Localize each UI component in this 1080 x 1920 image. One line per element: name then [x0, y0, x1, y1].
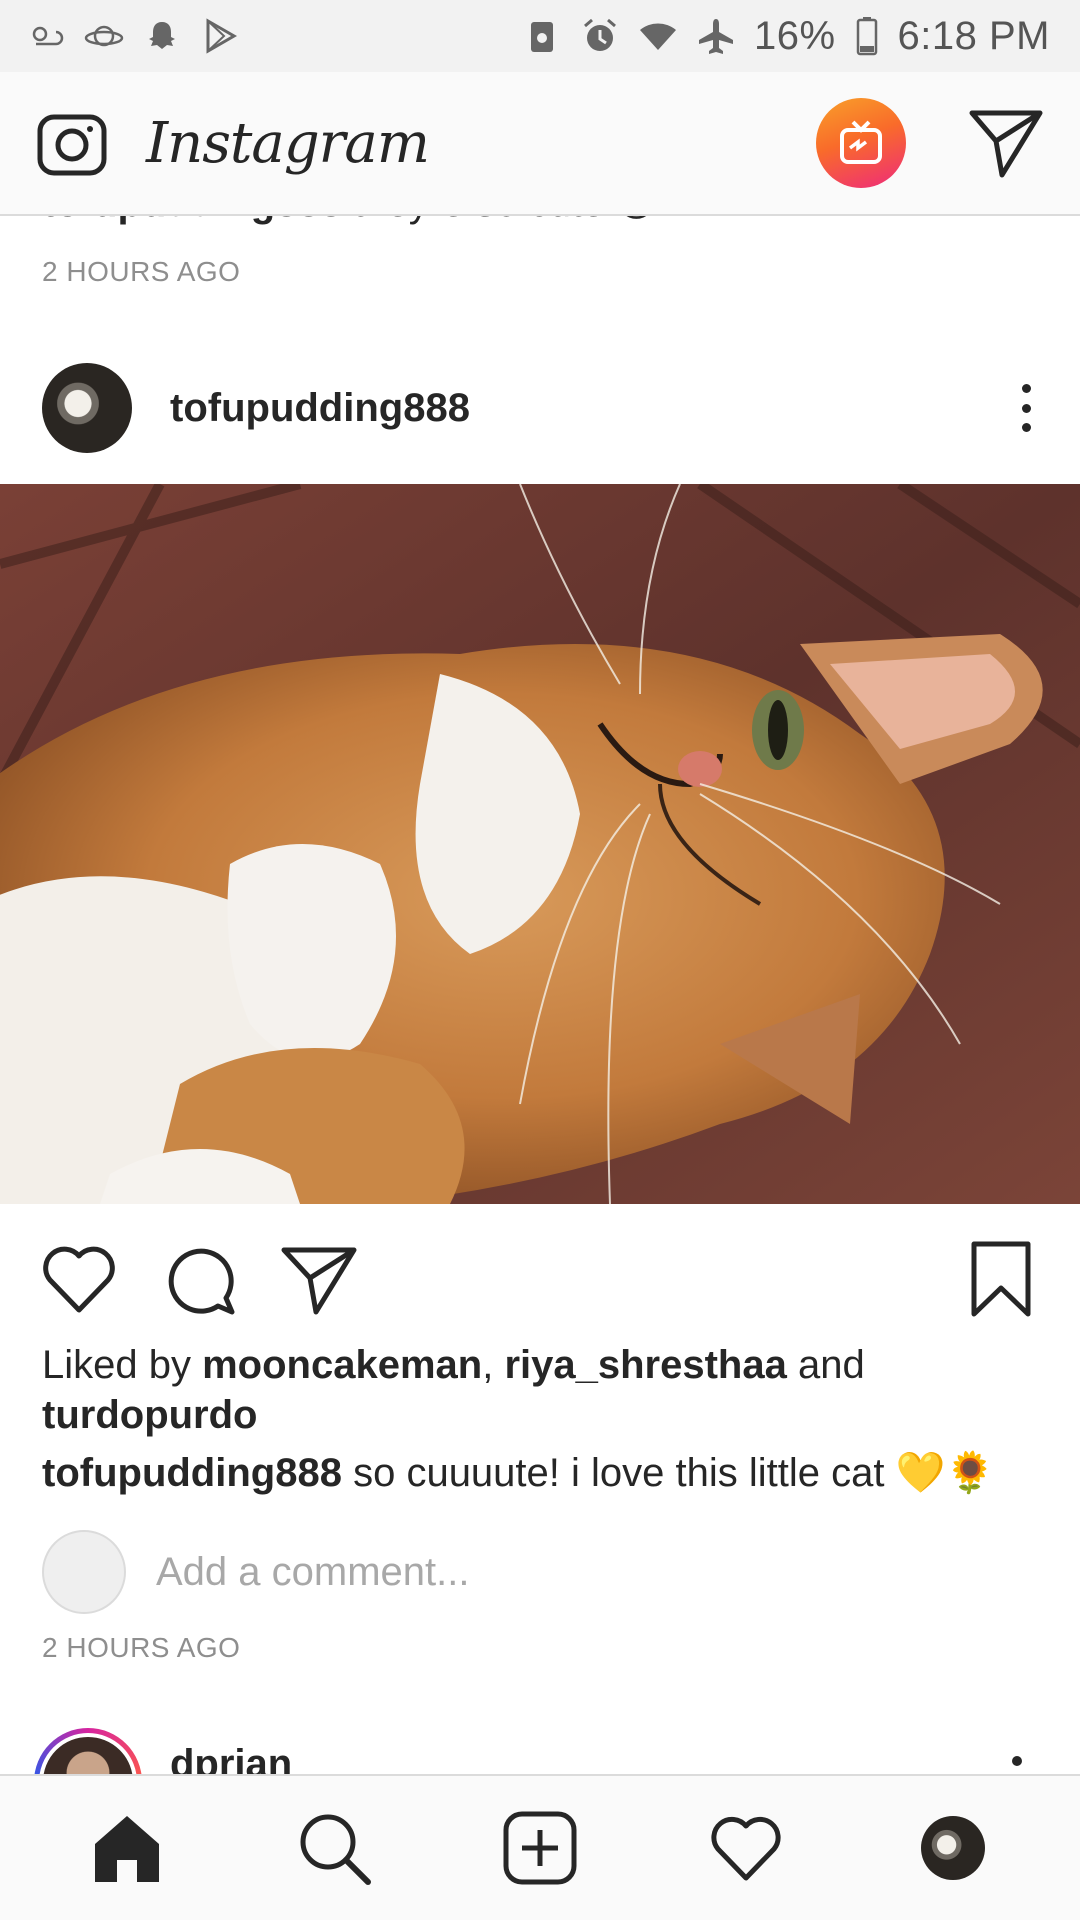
airplane-icon [696, 16, 736, 56]
activity-heart-icon [711, 1816, 781, 1881]
search-icon [300, 1814, 371, 1885]
status-left-icons [26, 16, 240, 56]
like-heart-icon[interactable] [40, 1240, 118, 1318]
next-post-avatar[interactable] [34, 1728, 142, 1774]
previous-post-caption: tofupudding888 theyre so cute 😊 [42, 216, 657, 226]
post-actions [0, 1234, 1080, 1324]
search-tab[interactable] [292, 1806, 376, 1890]
cat-photo [0, 484, 1080, 1204]
post-photo[interactable] [0, 484, 1080, 1204]
new-post-icon [503, 1811, 577, 1885]
status-right: 16% 6:18 PM [522, 14, 1050, 59]
post-header: tofupudding888 [0, 360, 1080, 456]
battery-icon [854, 16, 880, 56]
status-bar: 16% 6:18 PM [0, 0, 1080, 72]
liked-by-separator: , [482, 1343, 505, 1387]
bookmark-icon[interactable] [968, 1240, 1034, 1318]
post-timestamp: 2 HOURS AGO [42, 1632, 241, 1663]
alarm-icon [580, 16, 620, 56]
home-tab[interactable] [85, 1806, 169, 1890]
play-store-icon [200, 16, 240, 56]
feed: tofupudding888 theyre so cute 😊 2 HOURS … [0, 216, 1080, 1774]
add-comment-row[interactable]: Add a comment... [42, 1530, 469, 1614]
caption-username[interactable]: tofupudding888 [42, 1451, 342, 1495]
instagram-logo: Instagram [146, 110, 430, 176]
more-options-icon[interactable] [1014, 378, 1038, 438]
battery-percent: 16% [753, 13, 836, 58]
liked-by-user-2[interactable]: riya_shresthaa [504, 1343, 786, 1387]
post-username[interactable]: tofupudding888 [170, 386, 470, 431]
snapchat-icon [142, 16, 182, 56]
liked-by-prefix: Liked by [42, 1343, 203, 1387]
liked-by-user-1[interactable]: mooncakeman [202, 1343, 482, 1387]
profile-tab[interactable] [911, 1806, 995, 1890]
liked-by-user-3[interactable]: turdopurdo [42, 1393, 258, 1437]
planet-icon [84, 16, 124, 56]
comment-icon[interactable] [160, 1240, 238, 1318]
caption-text: so cuuuute! i love this little cat 💛🌻 [341, 1451, 996, 1495]
profile-avatar [920, 1816, 985, 1880]
next-post-username[interactable]: dprian [170, 1742, 292, 1774]
weather-icon [26, 16, 66, 56]
app-bar: Instagram [0, 72, 1080, 216]
avatar[interactable] [42, 363, 132, 453]
previous-caption-text: theyre so cute 😊 [353, 216, 657, 225]
next-post-more-icon[interactable] [1012, 1756, 1022, 1766]
igtv-button[interactable] [816, 98, 906, 188]
camera-icon[interactable] [36, 107, 108, 179]
comment-avatar [42, 1530, 126, 1614]
igtv-icon [840, 120, 882, 164]
recycle-icon [522, 16, 562, 56]
next-post-header: dprian [0, 1728, 1080, 1774]
clock: 6:18 PM [897, 13, 1050, 58]
wifi-icon [638, 16, 678, 56]
activity-tab[interactable] [704, 1806, 788, 1890]
previous-caption-username[interactable]: tofupudding888 [42, 216, 342, 225]
add-comment-input[interactable]: Add a comment... [156, 1550, 469, 1595]
home-icon [95, 1816, 160, 1882]
direct-message-icon[interactable] [968, 105, 1044, 181]
bottom-tab-bar [0, 1774, 1080, 1920]
new-post-tab[interactable] [498, 1806, 582, 1890]
post-caption: tofupudding888 so cuuuute! i love this l… [42, 1448, 1062, 1498]
liked-by-and: and [786, 1343, 865, 1387]
liked-by-text: Liked by mooncakeman, riya_shresthaa and… [42, 1340, 1042, 1440]
previous-post-timestamp: 2 HOURS AGO [42, 256, 241, 287]
share-icon[interactable] [280, 1240, 358, 1318]
